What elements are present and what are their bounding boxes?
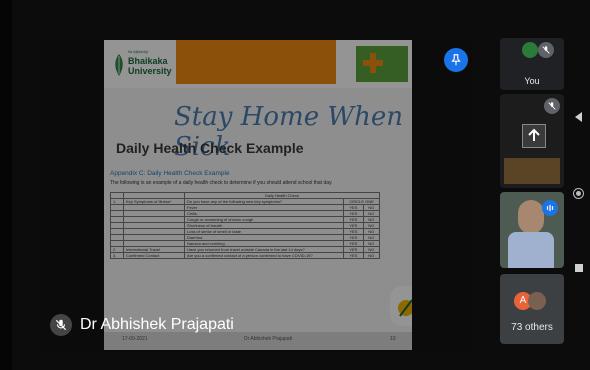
avatar xyxy=(522,42,538,58)
square-icon[interactable] xyxy=(575,264,583,272)
speaking-indicator xyxy=(542,200,558,216)
participant-body xyxy=(508,232,554,268)
present-screen-icon xyxy=(522,124,546,148)
participant-rail: You A 73 others xyxy=(496,30,564,344)
screen-share-tile[interactable] xyxy=(500,94,564,188)
screen-thumbnail-strip xyxy=(504,158,560,184)
speaker-name: Dr Abhishek Prajapati xyxy=(80,316,234,333)
tile-dim-overlay xyxy=(40,38,474,354)
participant-face xyxy=(518,200,544,234)
self-tile[interactable]: You xyxy=(500,38,564,90)
pin-button[interactable] xyxy=(444,48,468,72)
pin-icon xyxy=(451,54,461,66)
mic-off-icon xyxy=(548,102,556,110)
others-count-label: 73 others xyxy=(511,322,553,333)
audio-bars-icon xyxy=(546,204,554,212)
self-label: You xyxy=(524,76,540,86)
screen-mic-off-indicator xyxy=(544,98,560,114)
main-presentation-tile[interactable]: Ila Ajitsinhji Bhaikaka University Stay … xyxy=(40,38,474,354)
mic-off-icon xyxy=(542,46,550,54)
mic-off-icon xyxy=(55,319,67,331)
radio-dot xyxy=(576,191,581,196)
left-edge xyxy=(0,0,12,370)
others-tile[interactable]: A 73 others xyxy=(500,274,564,344)
speaker-mic-off-indicator xyxy=(50,314,72,336)
self-mic-off-indicator xyxy=(538,42,554,58)
participant-video-tile[interactable] xyxy=(500,192,564,268)
avatar xyxy=(528,292,546,310)
collapse-panel-arrow-icon[interactable] xyxy=(575,112,582,122)
